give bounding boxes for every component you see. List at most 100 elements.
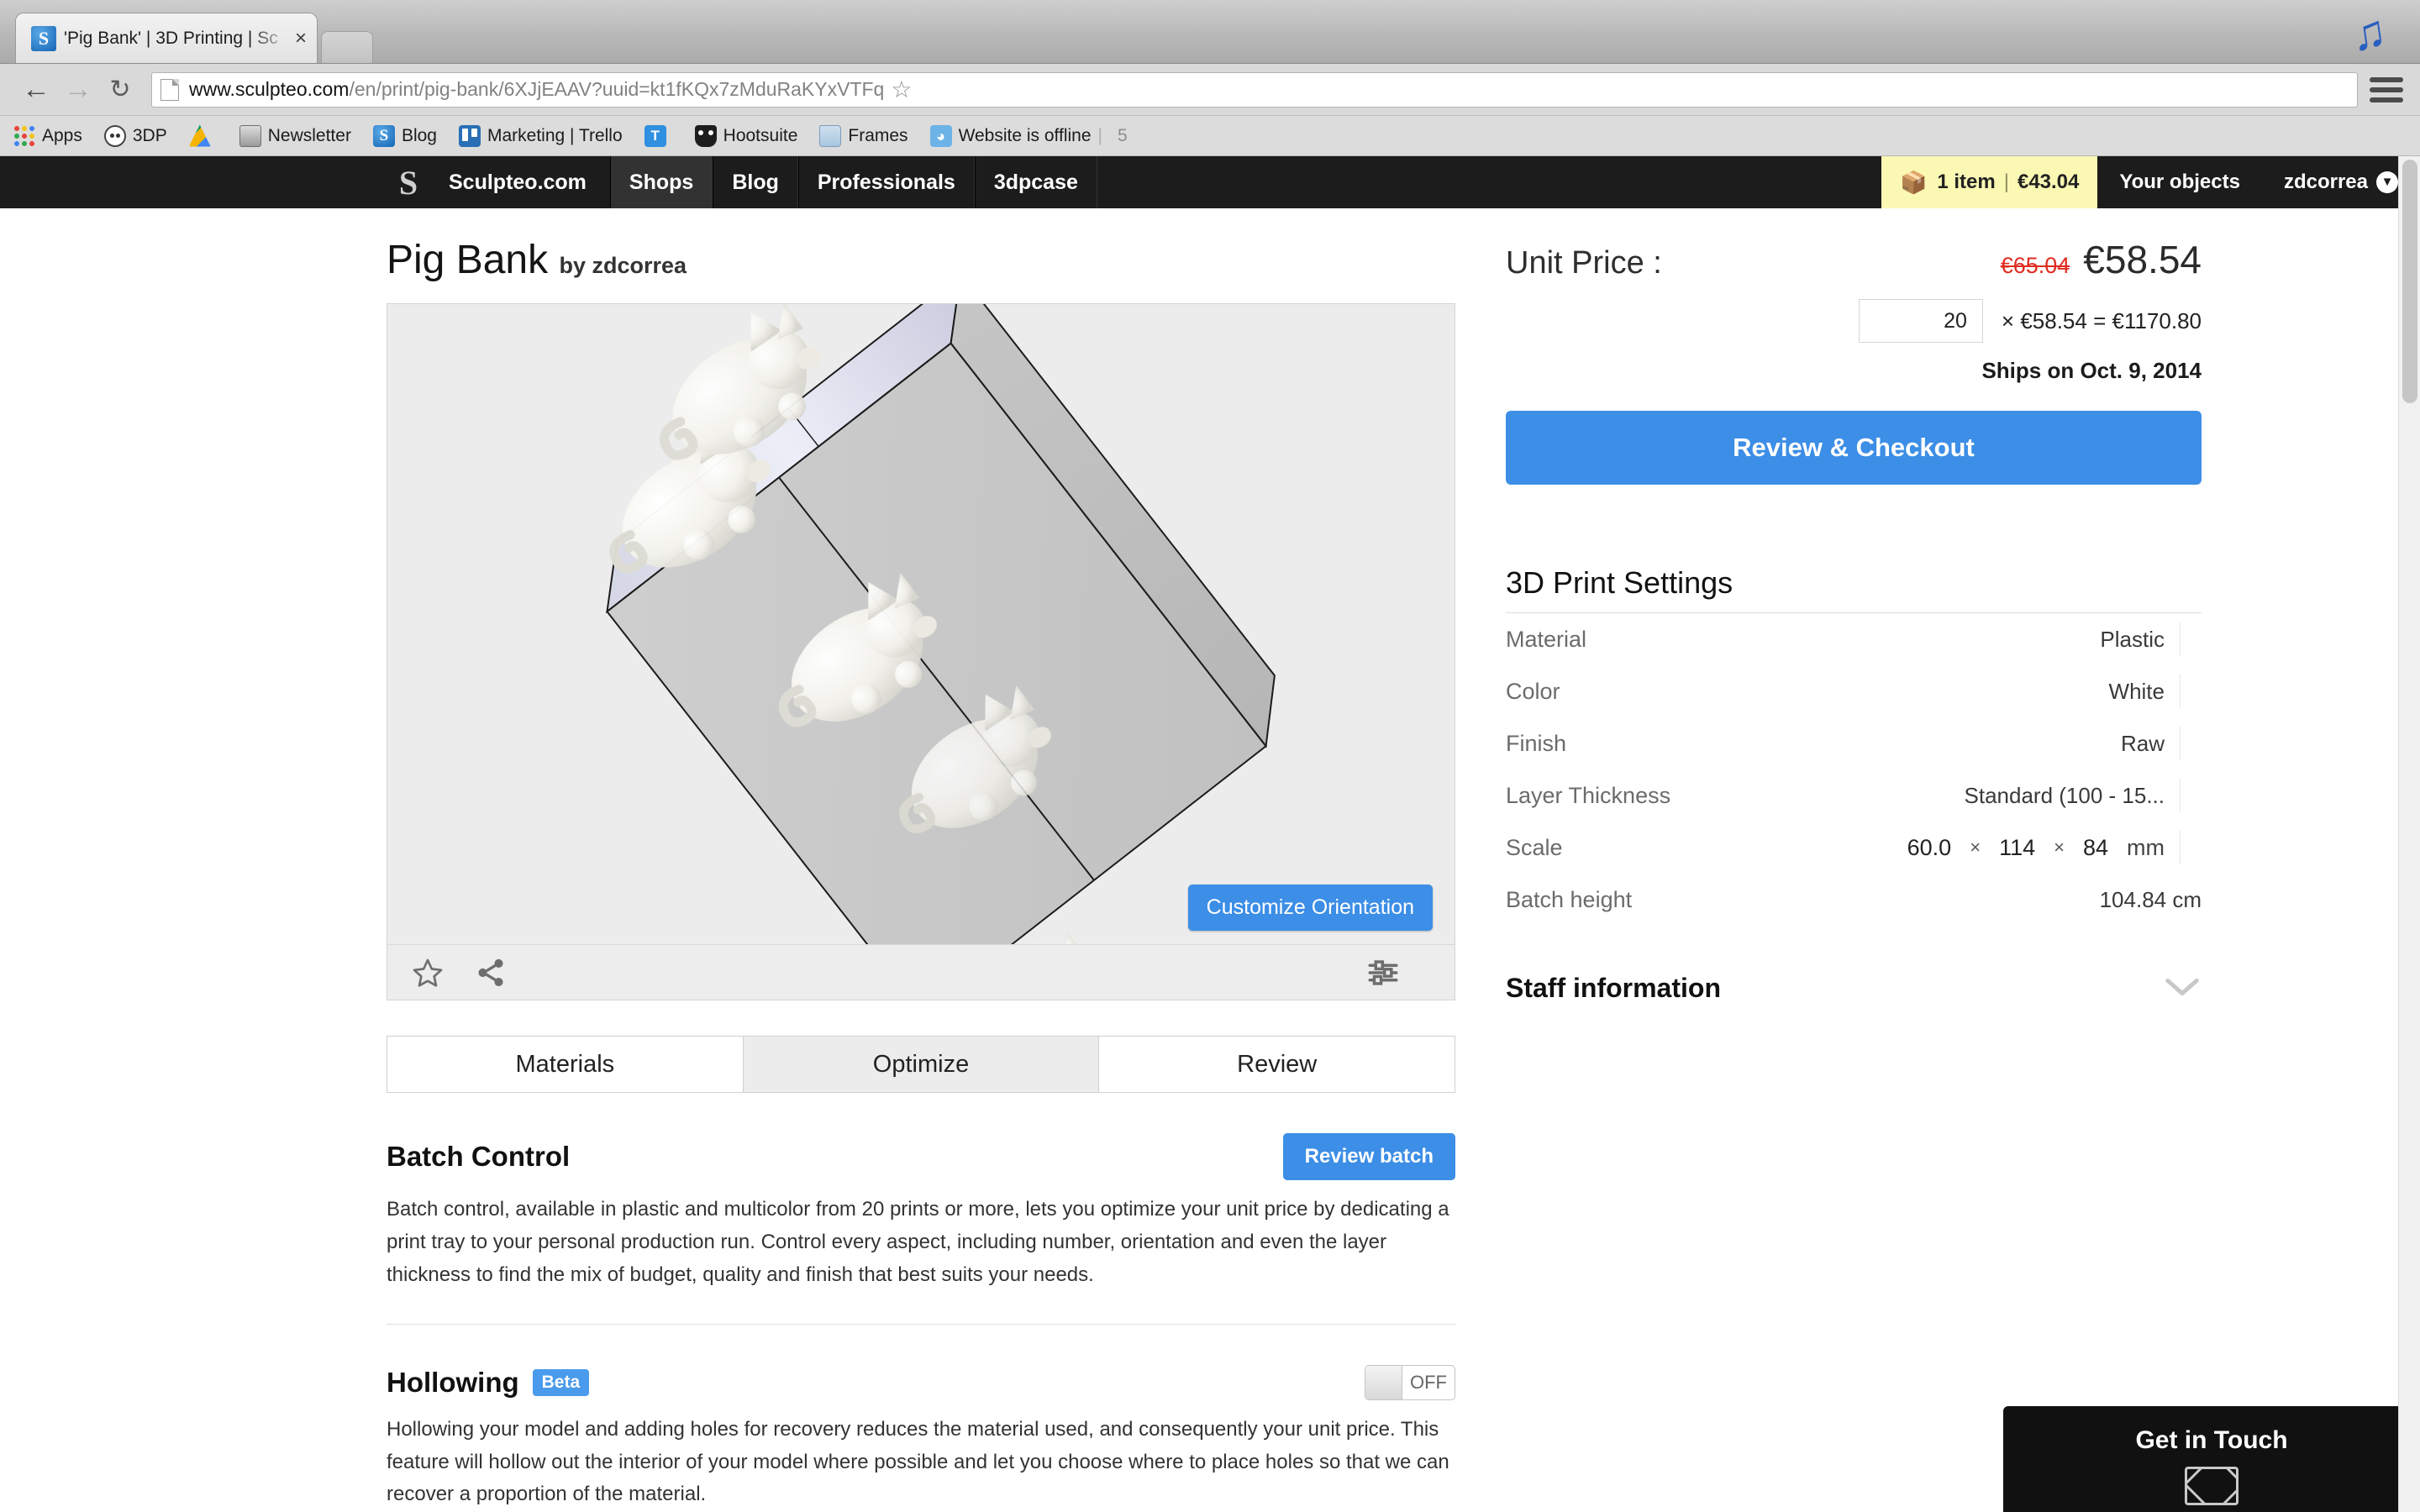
nav-item-shops[interactable]: Shops xyxy=(609,156,713,208)
nav-item-professionals[interactable]: Professionals xyxy=(797,156,975,208)
bookmark-apps[interactable]: Apps xyxy=(13,124,82,147)
setting-row-color[interactable]: Color White xyxy=(1506,665,2202,717)
bookmark-label: Newsletter xyxy=(267,125,351,145)
basket-icon: 📦 xyxy=(1899,169,1928,195)
bookmark-label: Hootsuite xyxy=(723,125,798,145)
site-navbar: S Sculpteo.com Shops Blog Professionals … xyxy=(0,156,2420,208)
right-column: Unit Price : €65.04 €58.54 × €58.54 = €1… xyxy=(1455,208,2202,1511)
staff-information-header[interactable]: Staff information xyxy=(1506,971,2202,1005)
setting-value: Plastic xyxy=(2100,626,2165,652)
tab-materials[interactable]: Materials xyxy=(387,1036,744,1093)
cart-divider: | xyxy=(2003,171,2009,193)
scale-mult-icon: × xyxy=(2054,837,2065,858)
bookmark-blog[interactable]: S Blog xyxy=(372,124,437,147)
setting-key: Batch height xyxy=(1506,886,1633,912)
bookmark-tumblr[interactable]: T xyxy=(644,124,673,147)
url-domain: www.sculpteo.com xyxy=(189,78,350,100)
old-price: €65.04 xyxy=(2000,253,2070,278)
get-in-touch-widget[interactable]: Get in Touch xyxy=(2003,1406,2420,1512)
bookmark-label: 3DP xyxy=(132,125,167,145)
username-label: zdcorrea xyxy=(2283,171,2368,193)
review-batch-button[interactable]: Review batch xyxy=(1282,1133,1455,1180)
envelope-icon xyxy=(2185,1467,2238,1505)
reload-icon[interactable]: ↻ xyxy=(101,71,139,109)
bookmark-3dp[interactable]: 3DP xyxy=(103,124,167,147)
apps-grid-icon xyxy=(13,124,35,147)
setting-key: Material xyxy=(1506,626,1587,652)
browser-tab[interactable]: S 'Pig Bank' | 3D Printing | Sc × xyxy=(15,13,318,63)
new-tab-button[interactable] xyxy=(321,31,373,63)
price-values: €65.04 €58.54 xyxy=(2001,237,2202,282)
bookmark-hootsuite[interactable]: Hootsuite xyxy=(694,124,798,147)
bookmark-drive[interactable] xyxy=(188,124,218,147)
cart-item-count: 1 item xyxy=(1937,171,1996,193)
unit-price-row: Unit Price : €65.04 €58.54 xyxy=(1506,237,2202,282)
setting-key: Layer Thickness xyxy=(1506,782,1671,808)
nav-item-3dpcase[interactable]: 3dpcase xyxy=(974,156,1097,208)
tab-strip-inner: S 'Pig Bank' | 3D Printing | Sc × xyxy=(15,11,373,63)
setting-row-scale[interactable]: Scale 60.0 × 114 × 84 mm xyxy=(1506,822,2202,874)
tab-optimize[interactable]: Optimize xyxy=(742,1036,1100,1093)
setting-row-material[interactable]: Material Plastic xyxy=(1506,613,2202,665)
forward-icon[interactable]: → xyxy=(59,71,97,109)
url-text: www.sculpteo.com/en/print/pig-bank/6XJjE… xyxy=(189,78,884,101)
setting-row-layer-thickness[interactable]: Layer Thickness Standard (100 - 15... xyxy=(1506,769,2202,822)
scale-z: 84 xyxy=(2082,834,2109,860)
bookmark-website-offline[interactable]: ◕ Website is offline | 5 xyxy=(929,124,1128,147)
nav-item-blog[interactable]: Blog xyxy=(713,156,798,208)
star-outline-icon[interactable] xyxy=(411,956,445,990)
scale-unit: mm xyxy=(2127,834,2165,860)
back-icon[interactable]: ← xyxy=(17,71,55,109)
setting-spacer xyxy=(2180,727,2202,760)
bookmark-frames[interactable]: Frames xyxy=(819,124,908,147)
bookmark-trello[interactable]: Marketing | Trello xyxy=(458,124,623,147)
bookmarks-bar: Apps 3DP Newsletter S Blog Marketing | Tr… xyxy=(0,116,2420,156)
chevron-down-icon[interactable] xyxy=(2163,971,2202,1005)
bookmark-newsletter[interactable]: Newsletter xyxy=(239,124,351,147)
nav-item-sculpteo[interactable]: Sculpteo.com xyxy=(430,156,610,208)
setting-key: Scale xyxy=(1506,834,1563,860)
quantity-row: × €58.54 = €1170.80 xyxy=(1506,299,2202,343)
reddit-icon xyxy=(103,124,126,147)
tab-review[interactable]: Review xyxy=(1098,1036,1456,1093)
folder-icon xyxy=(819,124,842,147)
chrome-menu-icon[interactable] xyxy=(2370,76,2403,102)
product-author: by zdcorrea xyxy=(559,253,687,278)
batch-control-header: Batch Control Review batch xyxy=(387,1133,1455,1180)
toggle-state-label: OFF xyxy=(1410,1371,1447,1393)
share-icon[interactable] xyxy=(475,957,507,989)
scale-x: 60.0 xyxy=(1907,834,1952,860)
print-settings-title: 3D Print Settings xyxy=(1506,565,1733,600)
hollowing-toggle[interactable]: OFF xyxy=(1365,1364,1455,1400)
setting-key: Finish xyxy=(1506,730,1567,756)
bookmark-label: Website is offline xyxy=(958,125,1092,145)
toggle-knob xyxy=(1365,1365,1402,1399)
close-icon[interactable]: × xyxy=(295,27,307,50)
bookmark-star-icon[interactable]: ☆ xyxy=(891,76,912,103)
setting-spacer xyxy=(2180,675,2202,708)
sliders-icon[interactable] xyxy=(1365,955,1401,990)
batch-control-title: Batch Control xyxy=(387,1141,571,1172)
page-scrollbar[interactable] xyxy=(2398,156,2420,1512)
chevron-down-icon: ▼ xyxy=(2376,171,2398,193)
hollowing-title: Hollowing xyxy=(387,1366,519,1398)
bookmark-label: Marketing | Trello xyxy=(487,125,623,145)
browser-tab-strip: S 'Pig Bank' | 3D Printing | Sc × ♫ xyxy=(0,0,2420,64)
nav-item-your-objects[interactable]: Your objects xyxy=(2097,156,2262,208)
customize-orientation-button[interactable]: Customize Orientation xyxy=(1187,885,1433,931)
new-price: €58.54 xyxy=(2083,238,2202,281)
batch-control-text: Batch control, available in plastic and … xyxy=(387,1198,1449,1286)
section-tabs: Materials Optimize Review xyxy=(387,1036,1456,1093)
model-3d-viewer[interactable]: Customize Orientation xyxy=(387,303,1455,1000)
scale-y: 114 xyxy=(1999,834,2036,860)
review-checkout-button[interactable]: Review & Checkout xyxy=(1506,411,2202,485)
cart-button[interactable]: 📦 1 item | €43.04 xyxy=(1881,156,2098,208)
hollowing-text: Hollowing your model and adding holes fo… xyxy=(387,1417,1449,1506)
address-bar[interactable]: www.sculpteo.com/en/print/pig-bank/6XJjE… xyxy=(151,71,2358,108)
user-menu[interactable]: zdcorrea ▼ xyxy=(2262,156,2420,208)
scrollbar-thumb[interactable] xyxy=(2402,160,2417,403)
unit-price-label: Unit Price : xyxy=(1506,245,1662,281)
google-drive-icon xyxy=(188,124,211,147)
quantity-input[interactable] xyxy=(1858,299,1983,343)
setting-row-finish[interactable]: Finish Raw xyxy=(1506,717,2202,769)
